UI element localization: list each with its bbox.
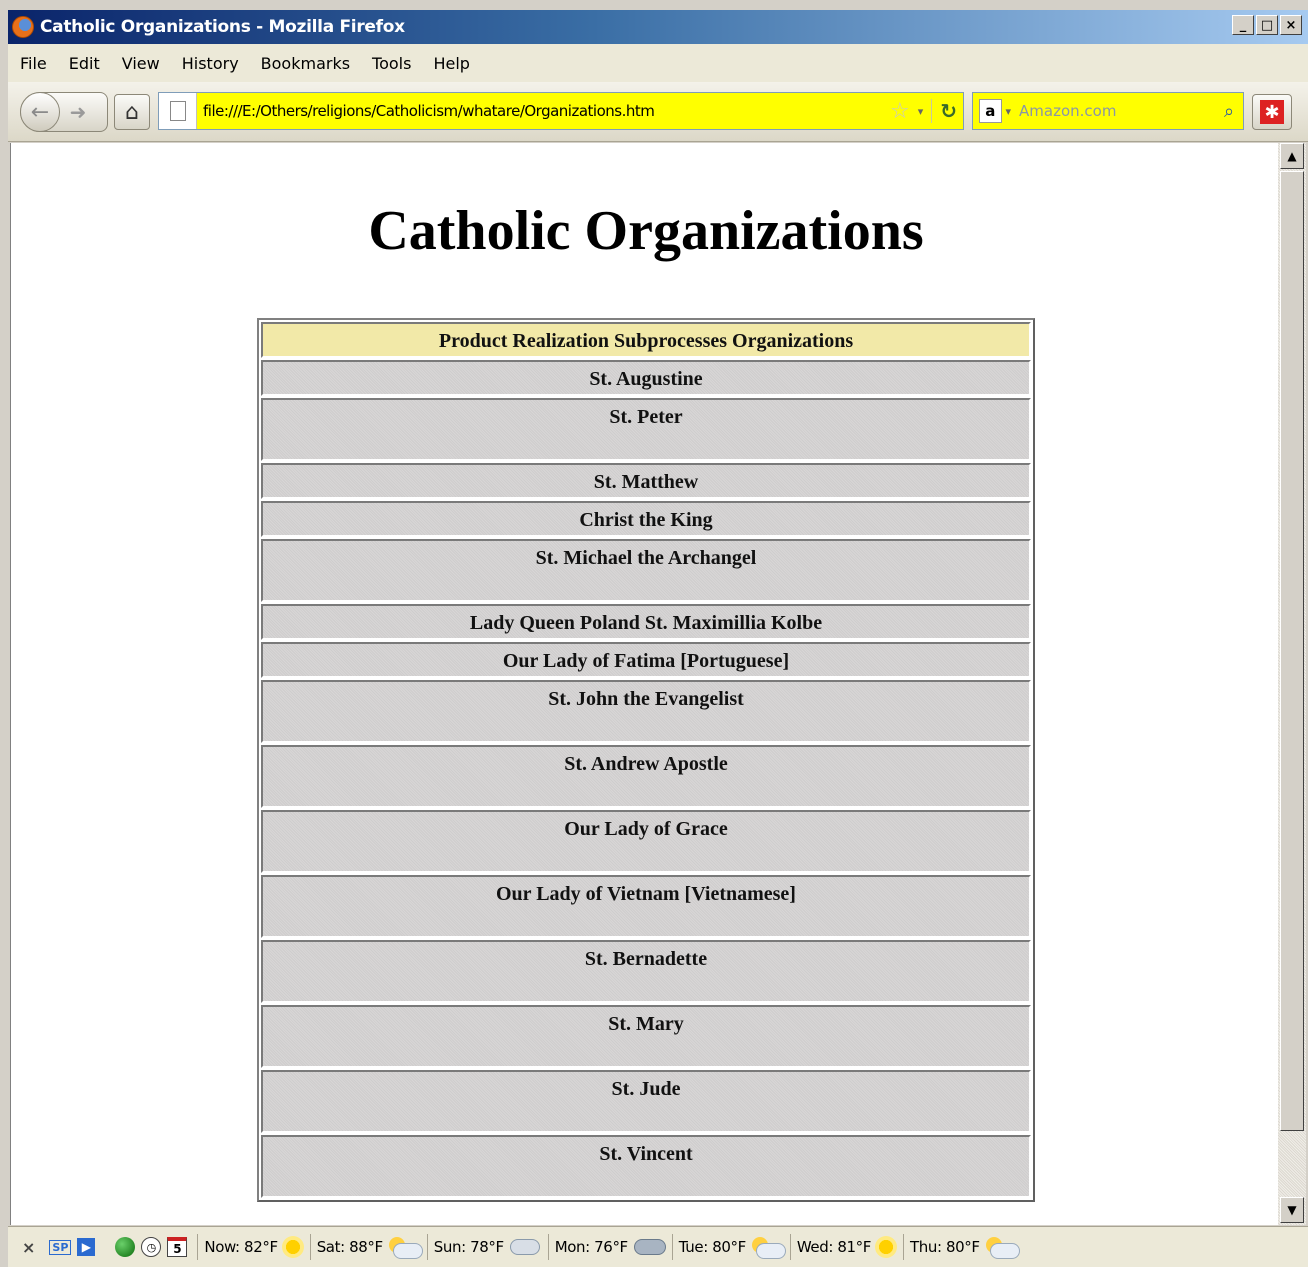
forecast-label: Thu: 80°F — [910, 1238, 980, 1256]
forecast-item[interactable]: Thu: 80°F — [910, 1237, 1020, 1259]
window-controls: _ □ × — [1232, 15, 1302, 35]
search-input[interactable] — [1011, 94, 1216, 128]
forecast-label: Sat: 88°F — [316, 1238, 383, 1256]
scroll-up-button[interactable]: ▲ — [1280, 143, 1304, 169]
page-content: Catholic Organizations Product Realizati… — [10, 143, 1278, 1225]
home-icon: ⌂ — [125, 99, 139, 125]
table-row: Lady Queen Poland St. Maximillia Kolbe — [261, 604, 1031, 640]
table-header: Product Realization Subprocesses Organiz… — [261, 322, 1031, 358]
table-row: St. Mary — [261, 1005, 1031, 1068]
calendar-icon[interactable]: 5 — [167, 1237, 188, 1257]
sun-icon — [281, 1236, 304, 1258]
addon-icon: ✱ — [1260, 100, 1284, 124]
table-row: St. Andrew Apostle — [261, 745, 1031, 808]
page-icon — [169, 101, 186, 121]
forecast-item[interactable]: Wed: 81°F — [797, 1236, 897, 1258]
forecast-label: Wed: 81°F — [796, 1238, 872, 1256]
separator — [309, 1234, 311, 1260]
close-button[interactable]: × — [1280, 15, 1302, 35]
navigation-toolbar: ← ➜ ⌂ ☆ ▾ ↻ a ▾ ⌕ ✱ — [8, 82, 1308, 142]
addon-button[interactable]: ✱ — [1252, 94, 1292, 130]
separator — [547, 1234, 549, 1260]
search-bar[interactable]: a ▾ ⌕ — [972, 92, 1244, 130]
url-bar[interactable]: ☆ ▾ ↻ — [158, 92, 964, 130]
globe-icon[interactable] — [115, 1237, 136, 1257]
vertical-scrollbar[interactable]: ▲ ▼ — [1278, 143, 1306, 1225]
back-button[interactable]: ← — [20, 92, 60, 132]
statusbar-close-icon[interactable]: × — [22, 1238, 35, 1257]
extension-icon[interactable]: ▶ — [77, 1238, 96, 1256]
menu-history[interactable]: History — [182, 54, 239, 73]
table-row: Our Lady of Grace — [261, 810, 1031, 873]
weather-forecast: Now: 82°F Sat: 88°F Sun: 78°F Mon: 76°F Tue:… — [191, 1234, 1020, 1260]
url-input[interactable] — [197, 93, 884, 129]
bookmark-star-icon[interactable]: ☆ — [890, 99, 910, 124]
triangle-up-icon: ▲ — [1287, 149, 1297, 163]
menu-bar: File Edit View History Bookmarks Tools H… — [8, 44, 1308, 82]
url-bar-tools: ☆ ▾ ↻ — [883, 93, 963, 129]
table-row: St. Peter — [261, 398, 1031, 461]
forward-button[interactable]: ➜ — [60, 100, 96, 124]
title-bar[interactable]: Catholic Organizations - Mozilla Firefox… — [8, 10, 1308, 44]
table-row: St. Vincent — [261, 1135, 1031, 1198]
thunderstorm-icon — [508, 1237, 542, 1257]
table-row: St. Augustine — [261, 360, 1031, 396]
forecast-item[interactable]: Sat: 88°F — [316, 1237, 423, 1259]
scroll-thumb[interactable] — [1280, 171, 1304, 1131]
forecast-label: Sun: 78°F — [433, 1238, 504, 1256]
url-dropdown-icon[interactable]: ▾ — [918, 105, 924, 118]
table-row: St. John the Evangelist — [261, 680, 1031, 743]
partly-cloudy-icon — [387, 1237, 423, 1259]
separator — [426, 1234, 428, 1260]
reload-icon[interactable]: ↻ — [931, 99, 957, 123]
organizations-table: Product Realization Subprocesses Organiz… — [257, 318, 1035, 1202]
window-title: Catholic Organizations - Mozilla Firefox — [40, 17, 405, 37]
minimize-button[interactable]: _ — [1232, 15, 1254, 35]
table-row: St. Matthew — [261, 463, 1031, 499]
forecast-label: Tue: 80°F — [678, 1238, 746, 1256]
forecast-item[interactable]: Sun: 78°F — [434, 1237, 542, 1257]
menu-edit[interactable]: Edit — [69, 54, 100, 73]
table-row: St. Jude — [261, 1070, 1031, 1133]
sp-icon[interactable]: SP — [49, 1239, 72, 1255]
clock-icon[interactable]: ◷ — [141, 1237, 162, 1257]
triangle-down-icon: ▼ — [1287, 1203, 1297, 1217]
table-row: St. Bernadette — [261, 940, 1031, 1003]
separator — [671, 1234, 673, 1260]
back-forward-group: ← ➜ — [20, 92, 108, 132]
firefox-logo-icon — [12, 16, 34, 38]
menu-bookmarks[interactable]: Bookmarks — [261, 54, 350, 73]
menu-tools[interactable]: Tools — [372, 54, 411, 73]
forecast-label: Mon: 76°F — [554, 1238, 628, 1256]
forecast-item[interactable]: Mon: 76°F — [555, 1237, 666, 1257]
separator — [789, 1234, 791, 1260]
page-title: Catholic Organizations — [368, 200, 924, 262]
table-row: St. Michael the Archangel — [261, 539, 1031, 602]
table-row: Christ the King — [261, 501, 1031, 537]
back-arrow-icon: ← — [30, 99, 50, 125]
partly-cloudy-icon — [984, 1237, 1020, 1259]
scroll-down-button[interactable]: ▼ — [1280, 1197, 1304, 1223]
search-icon[interactable]: ⌕ — [1215, 101, 1243, 122]
page-identity-button[interactable] — [159, 93, 197, 129]
separator — [197, 1234, 199, 1260]
forecast-item[interactable]: Tue: 80°F — [678, 1237, 786, 1259]
rain-icon — [632, 1237, 666, 1257]
status-bar: × SP ▶ ◷ 5 Now: 82°F Sat: 88°F Sun: 78°F Mo… — [8, 1226, 1308, 1267]
partly-cloudy-icon — [750, 1237, 786, 1259]
table-row: Our Lady of Vietnam [Vietnamese] — [261, 875, 1031, 938]
forecast-item[interactable]: Now: 82°F — [204, 1236, 304, 1258]
maximize-button[interactable]: □ — [1256, 15, 1278, 35]
menu-help[interactable]: Help — [433, 54, 469, 73]
home-button[interactable]: ⌂ — [114, 94, 150, 130]
separator — [903, 1234, 904, 1260]
sun-icon — [875, 1236, 897, 1258]
forward-arrow-icon: ➜ — [69, 100, 87, 124]
forecast-label: Now: 82°F — [204, 1238, 278, 1256]
menu-file[interactable]: File — [20, 54, 47, 73]
table-row: Our Lady of Fatima [Portuguese] — [261, 642, 1031, 678]
menu-view[interactable]: View — [122, 54, 160, 73]
amazon-search-engine-icon[interactable]: a — [979, 99, 1002, 123]
